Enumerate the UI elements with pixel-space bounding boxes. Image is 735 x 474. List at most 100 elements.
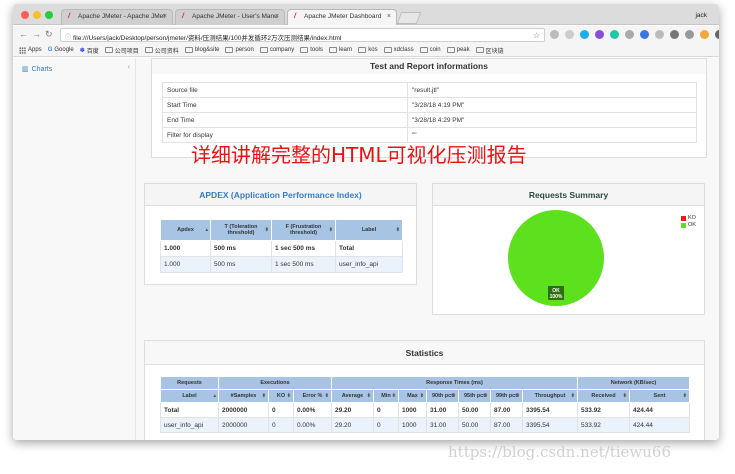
bookmark-label: Apps — [28, 47, 42, 53]
bookmark-google[interactable]: G Google — [48, 47, 74, 53]
table-cell: 87.00 — [490, 417, 523, 433]
header-label: Apdex — [177, 227, 194, 233]
bookmark-apps[interactable]: Apps — [19, 46, 42, 54]
table-cell: 87.00 — [490, 402, 523, 418]
stats-column-header[interactable]: Sent ⬍ — [629, 389, 690, 403]
profile-name[interactable]: jack — [695, 12, 707, 19]
bookmark-folder[interactable]: person — [225, 47, 254, 53]
close-window-button[interactable] — [21, 11, 29, 19]
bookmark-folder[interactable]: learn — [328, 47, 352, 53]
folder-icon — [446, 47, 455, 53]
legend-label: OK — [688, 222, 696, 228]
sidebar-item-charts[interactable]: ▥ Charts — [22, 65, 53, 74]
table-cell: 500 ms — [210, 256, 272, 273]
bookmark-folder[interactable]: xdclass — [383, 47, 414, 53]
bookmark-folder[interactable]: 区块链 — [475, 46, 504, 55]
bookmark-folder[interactable]: 公司项目 — [104, 46, 139, 55]
url-text: file:///Users/jack/Desktop/person/jmeter… — [73, 35, 342, 42]
bookmark-baidu[interactable]: ✽ 百度 — [80, 46, 99, 55]
group-header-row: Requests Executions Response Times (ms) … — [160, 376, 690, 390]
stats-column-header[interactable]: Min ⬍ — [373, 389, 399, 403]
pie-percent: 100% — [550, 294, 563, 300]
apdex-column-header[interactable]: Label ⬍ — [335, 219, 403, 241]
table-cell: 533.92 — [577, 417, 630, 433]
bookmark-star-icon[interactable]: ☆ — [533, 31, 540, 40]
extension-icon[interactable] — [640, 30, 649, 39]
maximize-window-button[interactable] — [45, 11, 53, 19]
info-label: End Time — [162, 112, 408, 128]
stats-column-header[interactable]: Error % ⬍ — [293, 389, 332, 403]
sort-icon: ⬍ — [622, 393, 627, 399]
stats-column-header[interactable]: 95th pct ⬍ — [458, 389, 491, 403]
reload-icon[interactable]: ↻ — [45, 29, 53, 40]
bookmark-label: person — [235, 47, 254, 53]
stats-column-header[interactable]: Label ▴ — [160, 389, 219, 403]
table-cell: 424.44 — [629, 417, 690, 433]
table-cell: 31.00 — [426, 402, 459, 418]
minimize-window-button[interactable] — [33, 11, 41, 19]
sort-icon: ⬍ — [366, 393, 371, 399]
extension-icon[interactable] — [580, 30, 589, 39]
stats-column-header[interactable]: #Samples ⬍ — [218, 389, 269, 403]
extension-icon[interactable] — [565, 30, 574, 39]
browser-tab-active[interactable]: / Apache JMeter Dashboard × — [287, 9, 397, 25]
stats-column-header[interactable]: 90th pct ⬍ — [426, 389, 459, 403]
apdex-column-header[interactable]: Apdex ▴ — [160, 219, 211, 241]
jmeter-feather-icon: / — [182, 13, 184, 20]
header-label: F (Frustration threshold) — [285, 224, 322, 236]
jmeter-feather-icon: / — [68, 13, 70, 20]
menu-icon[interactable] — [715, 30, 719, 39]
bookmark-folder[interactable]: blog&site — [184, 47, 219, 53]
column-header-row: Label ▴ #Samples ⬍ KO ⬍ Error % ⬍ Average ⬍ Min ⬍ Ma… — [160, 389, 690, 403]
browser-tab[interactable]: / Apache JMeter - Apache JMet × — [61, 9, 173, 25]
statistics-title: Statistics — [145, 341, 704, 365]
extension-icon[interactable] — [700, 30, 709, 39]
extension-icon[interactable] — [550, 30, 559, 39]
table-cell: 1 sec 500 ms — [271, 240, 336, 257]
table-row: user_info_api 2000000 0 0.00% 29.20 0 1000 31.0… — [160, 417, 690, 433]
table-cell: 1 sec 500 ms — [271, 256, 336, 273]
bookmark-folder[interactable]: kos — [358, 47, 378, 53]
extension-icon[interactable] — [655, 30, 664, 39]
extension-icon[interactable] — [685, 30, 694, 39]
sidebar-item-label: Charts — [31, 65, 53, 73]
bookmark-folder[interactable]: coin — [419, 47, 441, 53]
back-icon[interactable]: ← — [19, 29, 28, 39]
stats-column-header[interactable]: Received ⬍ — [577, 389, 630, 403]
stats-column-header[interactable]: 99th pct ⬍ — [490, 389, 523, 403]
extension-icon[interactable] — [595, 30, 604, 39]
close-tab-icon[interactable]: × — [163, 13, 167, 20]
table-cell: 0.00% — [293, 417, 332, 433]
apdex-column-header[interactable]: T (Toleration threshold) ⬍ — [210, 219, 272, 241]
bookmark-folder[interactable]: tools — [300, 47, 323, 53]
apdex-column-header[interactable]: F (Frustration threshold) ⬍ — [271, 219, 336, 241]
bookmark-label: 区块链 — [485, 48, 504, 55]
baidu-icon: ✽ — [79, 47, 85, 54]
legend-item-ok: OK — [681, 222, 696, 228]
address-bar[interactable]: ⓘ file:///Users/jack/Desktop/person/jmet… — [60, 28, 545, 42]
statistics-panel: Statistics Requests Executions Response … — [144, 340, 705, 440]
forward-icon[interactable]: → — [32, 29, 41, 39]
bookmark-folder[interactable]: peak — [446, 47, 470, 53]
stats-column-header[interactable]: Throughput ⬍ — [522, 389, 578, 403]
extension-icons — [550, 30, 719, 40]
new-tab-button[interactable] — [396, 12, 422, 24]
stats-column-header[interactable]: Average ⬍ — [331, 389, 374, 403]
bookmark-label: tools — [310, 47, 323, 53]
requests-summary-panel: Requests Summary OK 100% KO OK — [432, 183, 705, 315]
header-label: Min — [381, 393, 391, 399]
browser-tab[interactable]: / Apache JMeter - User's Manu × — [175, 9, 285, 25]
close-tab-icon[interactable]: × — [387, 13, 391, 20]
extension-icon[interactable] — [670, 30, 679, 39]
collapse-sidebar-icon[interactable]: ‹ — [128, 64, 130, 71]
bookmark-folder[interactable]: 公司资料 — [144, 46, 179, 55]
table-cell: 0 — [268, 417, 294, 433]
extension-icon[interactable] — [610, 30, 619, 39]
sort-icon: ⬍ — [391, 393, 396, 399]
stats-column-header[interactable]: KO ⬍ — [268, 389, 294, 403]
extension-icon[interactable] — [625, 30, 634, 39]
bookmark-folder[interactable]: company — [259, 47, 294, 53]
stats-column-header[interactable]: Max ⬍ — [398, 389, 427, 403]
close-tab-icon[interactable]: × — [275, 13, 279, 20]
sort-icon: ⬍ — [451, 393, 456, 399]
